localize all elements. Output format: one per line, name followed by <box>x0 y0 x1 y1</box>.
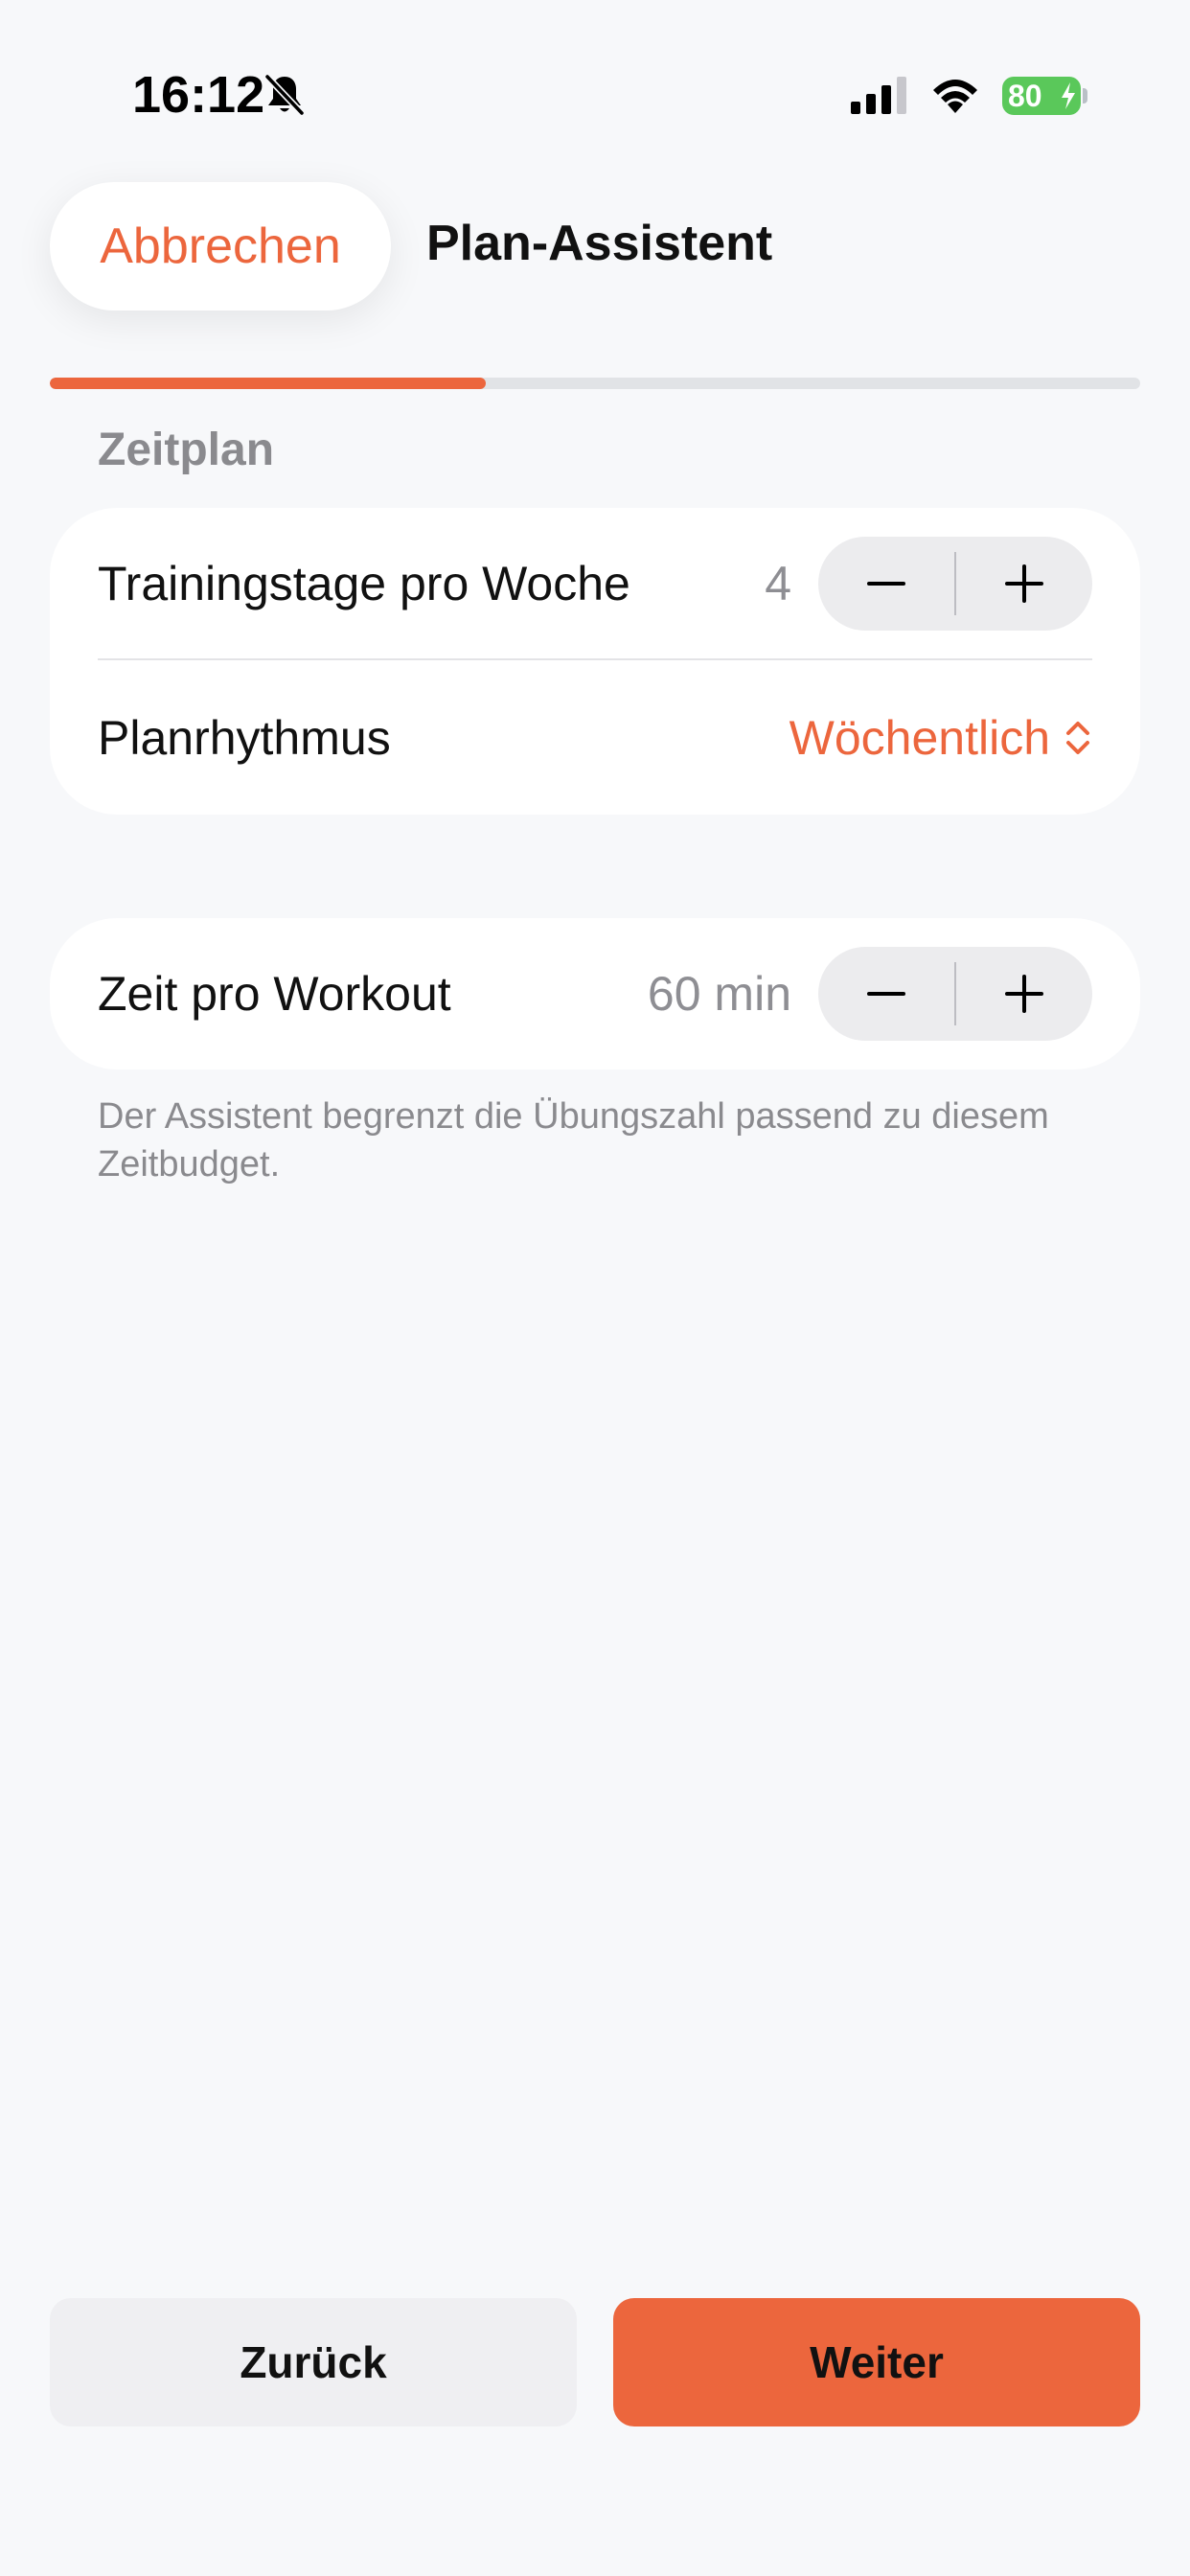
plus-icon <box>1005 564 1043 603</box>
row-divider <box>98 658 1092 660</box>
workout-time-value: 60 min <box>647 967 791 1021</box>
workout-time-label: Zeit pro Workout <box>98 967 451 1021</box>
section-label: Zeitplan <box>98 425 275 475</box>
rhythm-label: Planrhythmus <box>98 711 391 765</box>
minus-icon <box>867 992 905 996</box>
cellular-signal-icon <box>851 77 906 114</box>
schedule-card: Trainingstage pro Woche 4 Planrhythmus W… <box>50 508 1140 815</box>
bolt-icon <box>1062 82 1075 109</box>
minus-icon <box>867 582 905 586</box>
cancel-button[interactable]: Abbrechen <box>50 182 391 310</box>
workout-time-card: Zeit pro Workout 60 min <box>50 918 1140 1070</box>
status-time: 16:12 <box>132 66 265 124</box>
progress-bar <box>50 378 1140 389</box>
decrement-button[interactable] <box>818 947 954 1041</box>
status-bar: 16:12 80 <box>0 0 1190 182</box>
page-title: Plan-Assistent <box>426 216 773 271</box>
battery-charging-icon: 80 <box>1002 77 1081 115</box>
workout-time-hint: Der Assistent begrenzt die Übungszahl pa… <box>98 1096 1049 1184</box>
decrement-button[interactable] <box>818 537 954 631</box>
training-days-stepper <box>818 537 1092 631</box>
rhythm-row: Planrhythmus Wöchentlich <box>98 690 1092 786</box>
training-days-value: 4 <box>765 557 791 610</box>
next-button[interactable]: Weiter <box>613 2298 1140 2426</box>
training-days-label: Trainingstage pro Woche <box>98 557 630 610</box>
workout-time-stepper <box>818 947 1092 1041</box>
progress-fill <box>50 378 487 389</box>
battery-cap <box>1083 88 1087 104</box>
increment-button[interactable] <box>956 947 1092 1041</box>
rhythm-picker[interactable]: Wöchentlich <box>790 710 1092 766</box>
bell-slash-icon <box>264 74 305 116</box>
back-button[interactable]: Zurück <box>50 2298 577 2426</box>
rhythm-value: Wöchentlich <box>789 711 1050 765</box>
chevron-up-down-icon <box>1066 722 1089 754</box>
workout-time-row: Zeit pro Workout 60 min <box>98 947 1092 1041</box>
battery-level: 80 <box>1008 79 1042 113</box>
increment-button[interactable] <box>956 537 1092 631</box>
wifi-icon <box>933 80 977 113</box>
plus-icon <box>1005 975 1043 1013</box>
training-days-row: Trainingstage pro Woche 4 <box>98 537 1092 631</box>
